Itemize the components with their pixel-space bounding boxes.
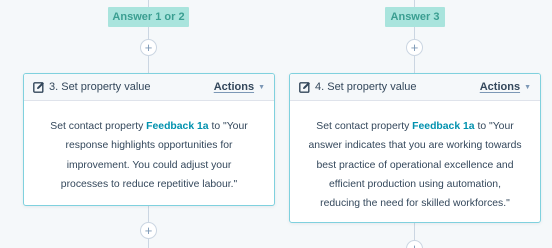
- card-header: 3. Set property value Actions ▼: [24, 74, 274, 101]
- edit-pencil-icon: [33, 82, 44, 93]
- plus-icon: +: [144, 223, 153, 238]
- plus-icon: +: [411, 241, 419, 248]
- body-prefix: Set contact property: [50, 121, 147, 132]
- workflow-canvas: Answer 1 or 2 Answer 3 + + + + 3. Set pr…: [0, 0, 552, 248]
- property-link[interactable]: Feedback 1a: [412, 121, 474, 132]
- actions-label: Actions: [479, 81, 521, 93]
- caret-down-icon: ▼: [524, 84, 531, 91]
- connector-line: [148, 206, 149, 222]
- connector-line: [414, 27, 415, 39]
- card-body: Set contact property Feedback 1a to "You…: [24, 101, 274, 194]
- caret-down-icon: ▼: [258, 84, 265, 91]
- branch-label-answer-1-or-2: Answer 1 or 2: [108, 7, 189, 27]
- plus-icon: +: [144, 40, 153, 55]
- add-action-button[interactable]: +: [406, 240, 423, 248]
- branch-label-answer-3: Answer 3: [385, 7, 445, 27]
- connector-line: [148, 56, 149, 73]
- action-card-set-property-3[interactable]: 3. Set property value Actions ▼ Set conta…: [23, 73, 275, 206]
- plus-icon: +: [410, 40, 419, 55]
- connector-line: [414, 56, 415, 73]
- add-action-button[interactable]: +: [406, 39, 423, 56]
- add-action-button[interactable]: +: [140, 39, 157, 56]
- connector-line: [148, 239, 149, 248]
- connector-line: [148, 27, 149, 39]
- card-body: Set contact property Feedback 1a to "You…: [290, 101, 540, 213]
- body-prefix: Set contact property: [316, 121, 413, 132]
- action-card-set-property-4[interactable]: 4. Set property value Actions ▼ Set conta…: [289, 73, 541, 223]
- connector-line: [414, 0, 415, 7]
- actions-dropdown[interactable]: Actions ▼: [214, 74, 265, 101]
- actions-dropdown[interactable]: Actions ▼: [480, 74, 531, 101]
- add-action-button[interactable]: +: [140, 222, 157, 239]
- card-title: 3. Set property value: [49, 81, 151, 93]
- card-title: 4. Set property value: [315, 81, 417, 93]
- property-value-text: "Your answer indicates that you are work…: [308, 121, 522, 210]
- actions-label: Actions: [213, 81, 255, 93]
- body-to: to: [474, 121, 490, 132]
- property-link[interactable]: Feedback 1a: [146, 121, 208, 132]
- edit-pencil-icon: [299, 82, 310, 93]
- body-to: to: [208, 121, 224, 132]
- card-header: 4. Set property value Actions ▼: [290, 74, 540, 101]
- connector-line: [148, 0, 149, 7]
